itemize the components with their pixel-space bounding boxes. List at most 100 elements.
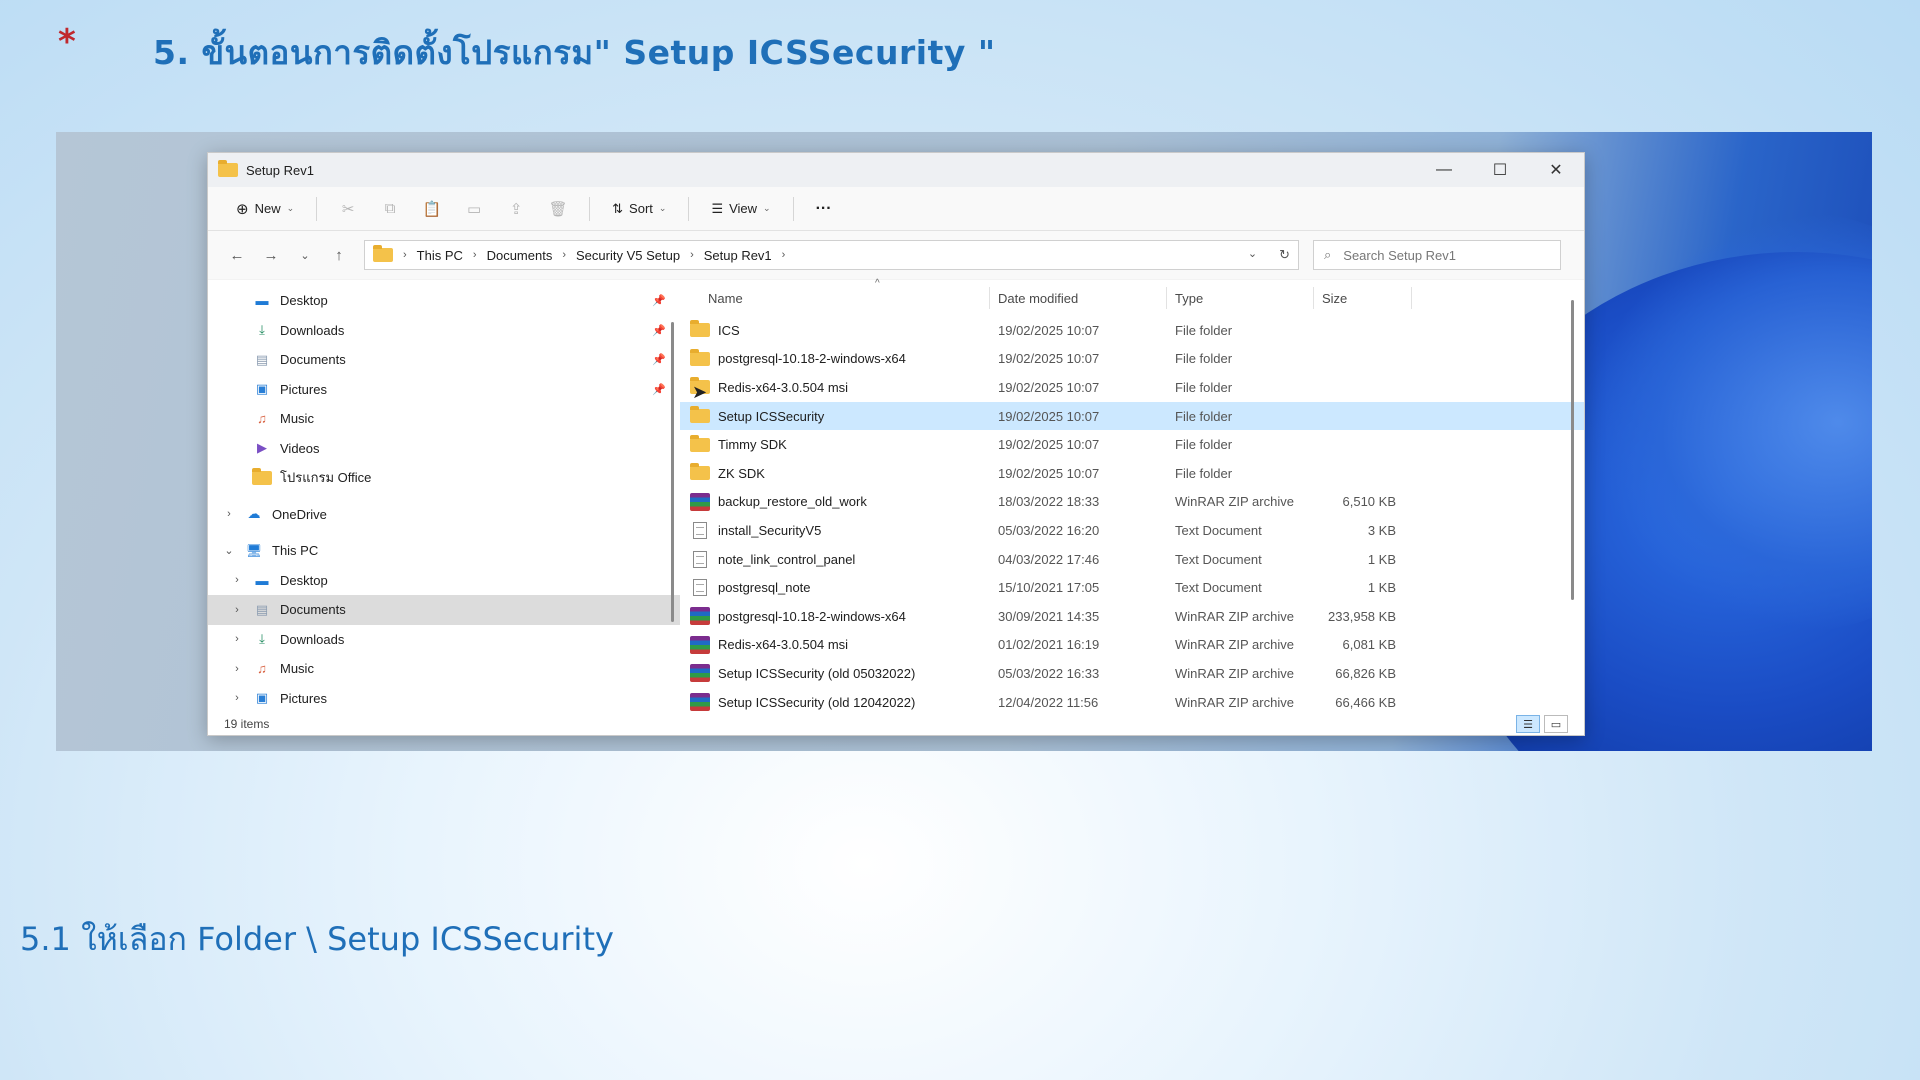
nav-item-onedrive[interactable]: › ☁ OneDrive	[208, 500, 680, 530]
nav-item-pc-documents[interactable]: › ▤ Documents	[208, 595, 680, 625]
nav-item-pictures[interactable]: ▣ Pictures 📌	[208, 375, 680, 405]
file-row[interactable]: Setup ICSSecurity (old 05032022) 05/03/20…	[680, 659, 1584, 688]
address-bar[interactable]: › This PC › Documents › Security V5 Setu…	[364, 240, 1299, 270]
maximize-button[interactable]: ☐	[1472, 153, 1528, 187]
breadcrumb-this-pc[interactable]: This PC	[417, 248, 463, 263]
file-type: Text Document	[1175, 522, 1262, 538]
chevron-right-icon[interactable]: ›	[230, 604, 244, 616]
nav-item-label: Music	[280, 411, 314, 427]
chevron-down-icon: ⌄	[286, 203, 295, 213]
new-button[interactable]: ⊕ New ⌄	[228, 194, 302, 224]
chevron-right-icon[interactable]: ›	[230, 663, 244, 675]
title-bar[interactable]: Setup Rev1 — ☐ ✕	[208, 153, 1584, 187]
more-options-button[interactable]: ···	[808, 194, 840, 224]
paste-icon[interactable]: 📋	[415, 195, 449, 223]
slide-title: 5. ขั้นตอนการติดตั้งโปรแกรม" Setup ICSSe…	[153, 33, 996, 72]
large-icons-view-icon[interactable]: ▭	[1544, 715, 1568, 733]
recent-chevron-icon[interactable]: ⌄	[288, 249, 322, 262]
file-row[interactable]: postgresql_note 15/10/2021 17:05 Text Docu…	[680, 573, 1584, 602]
rename-icon[interactable]: ▭	[457, 195, 491, 223]
toolbar-divider	[688, 196, 690, 221]
file-row[interactable]: note_link_control_panel 04/03/2022 17:46 T…	[680, 545, 1584, 574]
nav-item-pc-pictures[interactable]: › ▣ Pictures	[208, 684, 680, 714]
nav-scrollbar[interactable]	[671, 322, 674, 622]
file-date: 15/10/2021 17:05	[998, 580, 1100, 596]
file-name-cell: install_SecurityV5	[680, 521, 990, 539]
breadcrumb-security-v5-setup[interactable]: Security V5 Setup	[576, 248, 680, 263]
breadcrumb-setup-rev1[interactable]: Setup Rev1	[704, 248, 772, 263]
nav-item-documents[interactable]: ▤ Documents 📌	[208, 345, 680, 375]
file-name: Redis-x64-3.0.504 msi	[718, 637, 849, 653]
column-date-modified[interactable]: Date modified	[990, 287, 1167, 309]
share-icon[interactable]: ⇪	[499, 195, 533, 223]
winrar-archive-icon	[690, 607, 710, 626]
nav-item-desktop[interactable]: ▬ Desktop 📌	[208, 286, 680, 316]
nav-item-videos[interactable]: ▶ Videos	[208, 434, 680, 464]
file-row[interactable]: Setup ICSSecurity 19/02/2025 10:07 File fo…	[680, 401, 1584, 431]
sort-button[interactable]: ⇅ Sort ⌄	[604, 195, 674, 223]
breadcrumb-documents[interactable]: Documents	[487, 248, 553, 263]
file-row[interactable]: postgresql-10.18-2-windows-x64 30/09/2021…	[680, 602, 1584, 631]
file-name: install_SecurityV5	[718, 522, 822, 538]
chevron-right-icon: ›	[690, 249, 694, 261]
pin-icon: 📌	[652, 354, 666, 367]
file-row[interactable]: postgresql-10.18-2-windows-x64 19/02/2025…	[680, 345, 1584, 374]
nav-item-music[interactable]: ♫ Music	[208, 404, 680, 434]
download-icon: ⤓	[259, 322, 265, 338]
chevron-right-icon[interactable]: ›	[230, 692, 244, 704]
copy-icon[interactable]: ⧉	[373, 195, 407, 223]
screenshot-frame: Setup Rev1 — ☐ ✕ ⊕ New ⌄ ✂ ⧉ 📋 ▭ ⇪ 🗑 ⇅ S…	[56, 132, 1872, 751]
refresh-icon[interactable]: ↻	[1279, 247, 1290, 263]
file-type: File folder	[1175, 437, 1233, 453]
chevron-right-icon[interactable]: ›	[230, 574, 244, 586]
file-name: Timmy SDK	[718, 437, 787, 453]
content-scrollbar[interactable]	[1571, 300, 1574, 600]
forward-arrow-icon[interactable]: →	[254, 247, 288, 264]
column-type[interactable]: Type	[1167, 287, 1314, 309]
chevron-right-icon[interactable]: ›	[222, 508, 236, 520]
file-row[interactable]: backup_restore_old_work 18/03/2022 18:33 W…	[680, 488, 1584, 517]
file-row[interactable]: Timmy SDK 19/02/2025 10:07 File folder	[680, 430, 1584, 459]
file-type: Text Document	[1175, 551, 1262, 567]
up-arrow-icon[interactable]: ↑	[322, 247, 356, 264]
details-view-icon[interactable]: ☰	[1516, 715, 1540, 733]
file-type: File folder	[1175, 379, 1233, 395]
nav-item-label: Desktop	[280, 293, 328, 309]
nav-item-label: Downloads	[280, 322, 345, 338]
search-box[interactable]: ⌕ Search Setup Rev1	[1313, 240, 1561, 270]
file-row[interactable]: ZK SDK 19/02/2025 10:07 File folder	[680, 459, 1584, 488]
history-dropdown-icon[interactable]: ⌄	[1248, 247, 1257, 263]
back-arrow-icon[interactable]: ←	[220, 247, 254, 264]
delete-icon[interactable]: 🗑	[541, 195, 575, 223]
file-name-cell: Setup ICSSecurity (old 12042022)	[680, 693, 990, 712]
file-row[interactable]: Redis-x64-3.0.504 msi 01/02/2021 16:19 Win…	[680, 631, 1584, 660]
view-button[interactable]: ☰ View ⌄	[703, 195, 778, 223]
nav-item-downloads[interactable]: ⤓ Downloads 📌	[208, 316, 680, 346]
nav-item-pc-desktop[interactable]: › ▬ Desktop	[208, 566, 680, 596]
slide-subtitle: 5.1 ให้เลือก Folder \ Setup ICSSecurity	[20, 920, 614, 958]
minimize-button[interactable]: —	[1416, 153, 1472, 187]
toolbar-divider	[589, 196, 591, 221]
chevron-down-icon[interactable]: ⌄	[222, 544, 236, 557]
nav-item-office-folder[interactable]: โปรแกรม Office	[208, 463, 680, 493]
column-size[interactable]: Size	[1314, 287, 1412, 309]
chevron-right-icon[interactable]: ›	[230, 633, 244, 645]
sort-label: Sort	[629, 201, 653, 216]
file-row[interactable]: Redis-x64-3.0.504 msi 19/02/2025 10:07 Fil…	[680, 373, 1584, 402]
nav-item-this-pc[interactable]: ⌄ 🖥 This PC	[208, 536, 680, 566]
folder-icon	[690, 320, 710, 338]
file-size: 1 KB	[1367, 551, 1396, 567]
file-row[interactable]: ICS 19/02/2025 10:07 File folder	[680, 316, 1584, 345]
close-button[interactable]: ✕	[1528, 153, 1584, 187]
file-name-cell: ZK SDK	[680, 463, 990, 481]
nav-item-pc-downloads[interactable]: › ⤓ Downloads	[208, 625, 680, 655]
nav-item-label: Pictures	[280, 690, 327, 706]
nav-item-label: Documents	[280, 602, 346, 618]
file-name: note_link_control_panel	[718, 551, 856, 567]
nav-item-pc-music[interactable]: › ♫ Music	[208, 654, 680, 684]
nav-item-label: โปรแกรม Office	[280, 470, 372, 486]
cut-icon[interactable]: ✂	[331, 195, 365, 223]
file-row[interactable]: install_SecurityV5 05/03/2022 16:20 Text D…	[680, 516, 1584, 545]
pin-icon: 📌	[652, 295, 666, 308]
column-name[interactable]: Name	[680, 287, 990, 309]
